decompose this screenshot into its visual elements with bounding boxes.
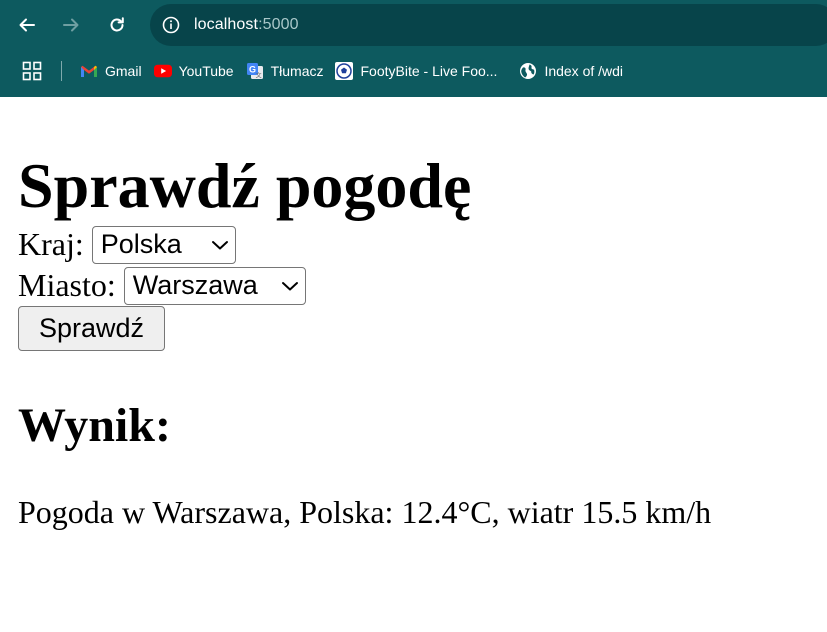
- city-label: Miasto:: [18, 267, 116, 303]
- url-host: localhost: [194, 16, 259, 33]
- country-select-value: Polska: [100, 229, 182, 259]
- bookmarks-bar: Gmail YouTube G 文 Tłumacz FootyBite - Li…: [0, 53, 827, 89]
- page-content: Sprawdź pogodę Kraj: Polska Miasto: Wars…: [0, 97, 827, 531]
- svg-text:文: 文: [255, 72, 261, 80]
- bookmark-label: Tłumacz: [270, 63, 324, 79]
- bookmark-index-wdi[interactable]: Index of /wdi: [513, 57, 629, 85]
- check-weather-button[interactable]: Sprawdź: [18, 306, 165, 351]
- bookmark-footybite[interactable]: FootyBite - Live Foo...: [329, 57, 503, 85]
- forward-button[interactable]: [55, 10, 87, 40]
- country-select[interactable]: Polska: [91, 225, 236, 264]
- weather-result-text: Pogoda w Warszawa, Polska: 12.4°C, wiatr…: [18, 494, 712, 530]
- reload-button[interactable]: [101, 10, 133, 40]
- bookmark-gmail[interactable]: Gmail: [74, 57, 148, 85]
- browser-toolbar: localhost:5000: [0, 0, 827, 50]
- bookmark-label: Gmail: [105, 63, 142, 79]
- footybite-icon: [335, 62, 354, 80]
- bookmark-translate[interactable]: G 文 Tłumacz: [240, 57, 330, 85]
- country-row: Kraj: Polska: [18, 224, 827, 265]
- translate-icon: G 文: [246, 62, 264, 80]
- url-port: :5000: [258, 16, 299, 33]
- chevron-down-icon: [281, 281, 298, 290]
- info-icon[interactable]: [160, 14, 182, 36]
- apps-grid-icon[interactable]: [22, 61, 42, 81]
- country-label: Kraj:: [18, 226, 84, 262]
- city-select[interactable]: Warszawa: [123, 266, 306, 305]
- bookmark-label: FootyBite - Live Foo...: [360, 63, 498, 79]
- bookmark-label: Index of /wdi: [544, 63, 624, 79]
- city-row: Miasto: Warszawa: [18, 265, 827, 306]
- back-button[interactable]: [11, 10, 43, 40]
- bookmarks-separator: [61, 61, 62, 81]
- bookmark-youtube[interactable]: YouTube: [148, 57, 240, 85]
- result-heading: Wynik:: [18, 399, 171, 452]
- url-text[interactable]: localhost:5000: [194, 16, 299, 34]
- globe-icon: [519, 62, 537, 80]
- arrow-right-icon: [63, 18, 79, 32]
- reload-icon: [110, 17, 124, 32]
- arrow-left-icon: [19, 18, 35, 32]
- browser-chrome: localhost:5000 Gmail YouTube G 文 Tłumacz…: [0, 0, 827, 97]
- gmail-icon: [80, 62, 98, 80]
- page-title: Sprawdź pogodę: [18, 150, 472, 221]
- youtube-icon: [153, 62, 172, 80]
- city-select-value: Warszawa: [132, 270, 258, 300]
- chevron-down-icon: [211, 240, 228, 249]
- address-bar[interactable]: localhost:5000: [150, 4, 827, 46]
- bookmark-label: YouTube: [178, 63, 234, 79]
